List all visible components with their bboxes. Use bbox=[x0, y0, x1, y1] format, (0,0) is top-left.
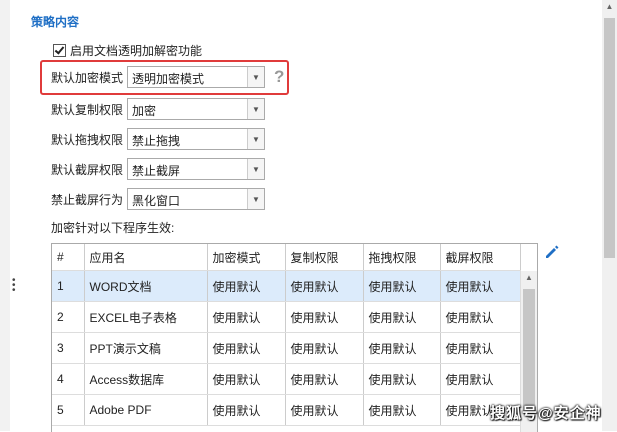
table-cell: 使用默认 bbox=[363, 332, 441, 364]
table-cell: 使用默认 bbox=[285, 270, 364, 302]
program-table: # 应用名 加密模式 复制权限 拖拽权限 截屏权限 1 WORD文档 使用默认 … bbox=[51, 243, 538, 432]
table-cell: 5 bbox=[52, 394, 85, 426]
scrollbar-thumb[interactable] bbox=[523, 289, 535, 412]
table-cell: 使用默认 bbox=[440, 332, 521, 364]
left-panel-strip bbox=[0, 0, 10, 431]
pencil-icon[interactable] bbox=[543, 243, 561, 261]
page-scrollbar[interactable]: ▲ bbox=[602, 0, 617, 431]
table-cell: 使用默认 bbox=[207, 363, 286, 395]
setting-label: 默认拖拽权限 bbox=[51, 132, 124, 147]
table-cell: 使用默认 bbox=[207, 270, 286, 302]
setting-label: 默认复制权限 bbox=[51, 102, 124, 117]
setting-row-screenshot-behavior: 禁止截屏行为 黑化窗口 ▼ bbox=[51, 188, 265, 210]
splitter-handle[interactable]: • • • bbox=[12, 276, 16, 296]
table-cell: 使用默认 bbox=[207, 301, 286, 333]
enable-checkbox-label: 启用文档透明加解密功能 bbox=[70, 44, 203, 58]
column-header[interactable]: 应用名 bbox=[84, 244, 208, 271]
table-cell: 3 bbox=[52, 332, 85, 364]
table-cell: WORD文档 bbox=[84, 270, 208, 302]
table-header-row: # 应用名 加密模式 复制权限 拖拽权限 截屏权限 bbox=[52, 244, 521, 271]
table-row[interactable]: 1 WORD文档 使用默认 使用默认 使用默认 使用默认 bbox=[52, 270, 521, 302]
setting-row-screenshot: 默认截屏权限 禁止截屏 ▼ bbox=[51, 158, 265, 180]
select-value: 禁止截屏 bbox=[132, 164, 181, 178]
table-cell: 使用默认 bbox=[363, 363, 441, 395]
select-value: 禁止拖拽 bbox=[132, 134, 181, 148]
table-cell: 使用默认 bbox=[440, 270, 521, 302]
setting-row-copy: 默认复制权限 加密 ▼ bbox=[51, 98, 265, 120]
table-cell: PPT演示文稿 bbox=[84, 332, 208, 364]
table-cell: 使用默认 bbox=[363, 301, 441, 333]
column-header[interactable]: 拖拽权限 bbox=[363, 244, 441, 271]
table-cell: 使用默认 bbox=[207, 332, 286, 364]
setting-label: 禁止截屏行为 bbox=[51, 192, 124, 207]
table-row[interactable]: 5 Adobe PDF 使用默认 使用默认 使用默认 使用默认 bbox=[52, 394, 521, 426]
scroll-up-icon[interactable]: ▲ bbox=[521, 273, 537, 282]
table-cell: 使用默认 bbox=[285, 394, 364, 426]
chevron-down-icon[interactable]: ▼ bbox=[247, 99, 264, 119]
table-cell: 使用默认 bbox=[285, 363, 364, 395]
chevron-down-icon[interactable]: ▼ bbox=[247, 129, 264, 149]
setting-row-drag: 默认拖拽权限 禁止拖拽 ▼ bbox=[51, 128, 265, 150]
table-cell: 使用默认 bbox=[363, 394, 441, 426]
table-cell: EXCEL电子表格 bbox=[84, 301, 208, 333]
column-header[interactable]: 截屏权限 bbox=[440, 244, 521, 271]
table-row[interactable]: 3 PPT演示文稿 使用默认 使用默认 使用默认 使用默认 bbox=[52, 332, 521, 364]
table-cell: 1 bbox=[52, 270, 85, 302]
table-row[interactable]: 2 EXCEL电子表格 使用默认 使用默认 使用默认 使用默认 bbox=[52, 301, 521, 333]
select-value: 加密 bbox=[132, 104, 157, 118]
screenshot-permission-select[interactable]: 禁止截屏 ▼ bbox=[127, 158, 265, 180]
program-list-label: 加密针对以下程序生效: bbox=[51, 221, 175, 235]
table-cell: Adobe PDF bbox=[84, 394, 208, 426]
enable-transparent-encryption[interactable]: 启用文档透明加解密功能 bbox=[53, 42, 202, 59]
table-cell: 使用默认 bbox=[285, 332, 364, 364]
column-header[interactable]: 加密模式 bbox=[207, 244, 286, 271]
column-header[interactable]: 复制权限 bbox=[285, 244, 364, 271]
table-cell: 4 bbox=[52, 363, 85, 395]
chevron-down-icon[interactable]: ▼ bbox=[247, 159, 264, 179]
table-cell: 使用默认 bbox=[207, 394, 286, 426]
enable-checkbox[interactable] bbox=[53, 44, 66, 57]
setting-label: 默认截屏权限 bbox=[51, 162, 124, 177]
table-cell: 2 bbox=[52, 301, 85, 333]
watermark: 搜狐号@安企神 bbox=[490, 405, 602, 422]
scroll-up-icon[interactable]: ▲ bbox=[602, 2, 617, 11]
highlight-box bbox=[40, 60, 289, 95]
column-header[interactable]: # bbox=[52, 244, 85, 271]
table-cell: 使用默认 bbox=[285, 301, 364, 333]
scrollbar-thumb[interactable] bbox=[604, 18, 615, 258]
table-cell: 使用默认 bbox=[440, 301, 521, 333]
table-cell: 使用默认 bbox=[363, 270, 441, 302]
screenshot-behavior-select[interactable]: 黑化窗口 ▼ bbox=[127, 188, 265, 210]
drag-permission-select[interactable]: 禁止拖拽 ▼ bbox=[127, 128, 265, 150]
section-title: 策略内容 bbox=[31, 15, 80, 29]
table-cell: 使用默认 bbox=[440, 363, 521, 395]
chevron-down-icon[interactable]: ▼ bbox=[247, 189, 264, 209]
copy-permission-select[interactable]: 加密 ▼ bbox=[127, 98, 265, 120]
table-cell: Access数据库 bbox=[84, 363, 208, 395]
select-value: 黑化窗口 bbox=[132, 194, 181, 208]
table-row[interactable]: 4 Access数据库 使用默认 使用默认 使用默认 使用默认 bbox=[52, 363, 521, 395]
